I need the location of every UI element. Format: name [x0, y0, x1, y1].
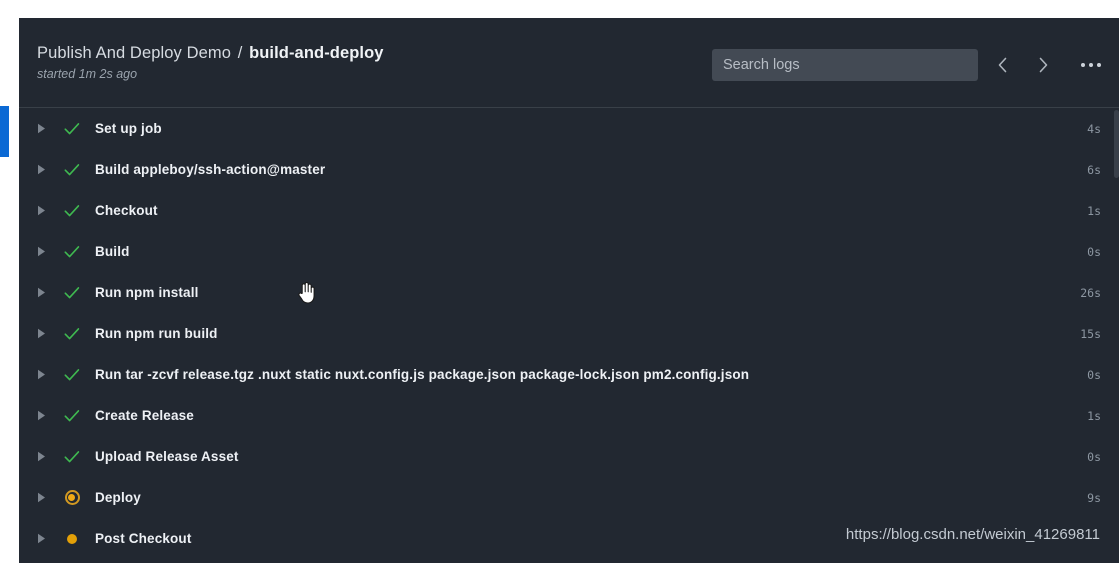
step-label: Create Release [95, 408, 194, 423]
step-label: Checkout [95, 203, 158, 218]
triangle-right-icon [37, 410, 46, 421]
status-success-icon [62, 327, 82, 341]
step-row[interactable]: Build appleboy/ssh-action@master 6s [19, 149, 1119, 190]
vertical-scrollbar[interactable] [1114, 110, 1119, 178]
step-label: Set up job [95, 121, 162, 136]
status-success-icon [62, 204, 82, 218]
triangle-right-icon [37, 533, 46, 544]
status-success-icon [62, 163, 82, 177]
expand-step-button[interactable] [37, 287, 53, 298]
expand-step-button[interactable] [37, 369, 53, 380]
step-label: Deploy [95, 490, 141, 505]
header-toolbar [712, 49, 1109, 81]
expand-step-button[interactable] [37, 492, 53, 503]
job-log-panel: Publish And Deploy Demo / build-and-depl… [19, 18, 1119, 563]
step-row[interactable]: Set up job 4s [19, 108, 1119, 149]
expand-step-button[interactable] [37, 164, 53, 175]
step-row[interactable]: Upload Release Asset 0s [19, 436, 1119, 477]
status-success-icon [62, 368, 82, 382]
page-title: Publish And Deploy Demo / build-and-depl… [37, 44, 384, 63]
expand-step-button[interactable] [37, 328, 53, 339]
step-row[interactable]: Run npm run build 15s [19, 313, 1119, 354]
step-row[interactable]: Deploy 9s [19, 477, 1119, 518]
triangle-right-icon [37, 451, 46, 462]
status-success-icon [62, 409, 82, 423]
triangle-right-icon [37, 123, 46, 134]
expand-step-button[interactable] [37, 410, 53, 421]
expand-step-button[interactable] [37, 205, 53, 216]
step-duration: 26s [1080, 285, 1101, 300]
kebab-menu-icon [1081, 63, 1085, 67]
kebab-menu-icon [1097, 63, 1101, 67]
next-step-button[interactable] [1026, 49, 1060, 81]
search-input[interactable] [712, 49, 978, 81]
previous-step-button[interactable] [985, 49, 1019, 81]
step-row[interactable]: Run npm install 26s [19, 272, 1119, 313]
triangle-right-icon [37, 287, 46, 298]
step-label: Run tar -zcvf release.tgz .nuxt static n… [95, 367, 750, 382]
status-in-progress-icon [62, 490, 82, 505]
triangle-right-icon [37, 164, 46, 175]
screen: Publish And Deploy Demo / build-and-depl… [0, 0, 1119, 563]
chevron-right-icon [1037, 56, 1050, 74]
steps-list: Set up job 4s Build appleboy/ssh-action@ma… [19, 108, 1119, 559]
status-success-icon [62, 286, 82, 300]
expand-step-button[interactable] [37, 123, 53, 134]
step-label: Build appleboy/ssh-action@master [95, 162, 326, 177]
step-label: Post Checkout [95, 531, 192, 546]
expand-step-button[interactable] [37, 451, 53, 462]
step-row[interactable]: Checkout 1s [19, 190, 1119, 231]
triangle-right-icon [37, 369, 46, 380]
step-row[interactable]: Run tar -zcvf release.tgz .nuxt static n… [19, 354, 1119, 395]
step-duration: 15s [1080, 326, 1101, 341]
step-duration: 0s [1087, 367, 1101, 382]
selection-accent-bar [0, 106, 9, 157]
breadcrumb-separator: / [237, 44, 243, 62]
job-started-time: started 1m 2s ago [37, 67, 138, 81]
step-duration: 0s [1087, 449, 1101, 464]
more-options-button[interactable] [1073, 49, 1109, 81]
triangle-right-icon [37, 246, 46, 257]
status-success-icon [62, 450, 82, 464]
step-duration: 1s [1087, 408, 1101, 423]
step-duration: 6s [1087, 162, 1101, 177]
step-duration: 1s [1087, 203, 1101, 218]
step-row[interactable]: Create Release 1s [19, 395, 1119, 436]
watermark: https://blog.csdn.net/weixin_41269811 [845, 526, 1100, 543]
expand-step-button[interactable] [37, 533, 53, 544]
chevron-left-icon [996, 56, 1009, 74]
step-duration: 0s [1087, 244, 1101, 259]
triangle-right-icon [37, 205, 46, 216]
step-duration: 4s [1087, 121, 1101, 136]
step-label: Run npm run build [95, 326, 218, 341]
breadcrumb: Publish And Deploy Demo / build-and-depl… [37, 44, 384, 81]
status-success-icon [62, 122, 82, 136]
step-label: Upload Release Asset [95, 449, 239, 464]
triangle-right-icon [37, 328, 46, 339]
status-success-icon [62, 245, 82, 259]
triangle-right-icon [37, 492, 46, 503]
status-queued-icon [62, 533, 82, 544]
expand-step-button[interactable] [37, 246, 53, 257]
step-label: Run npm install [95, 285, 199, 300]
job-name: build-and-deploy [249, 44, 384, 62]
job-header: Publish And Deploy Demo / build-and-depl… [19, 18, 1119, 108]
workflow-name[interactable]: Publish And Deploy Demo [37, 44, 231, 62]
step-label: Build [95, 244, 130, 259]
kebab-menu-icon [1089, 63, 1093, 67]
step-duration: 9s [1087, 490, 1101, 505]
step-row[interactable]: Build 0s [19, 231, 1119, 272]
